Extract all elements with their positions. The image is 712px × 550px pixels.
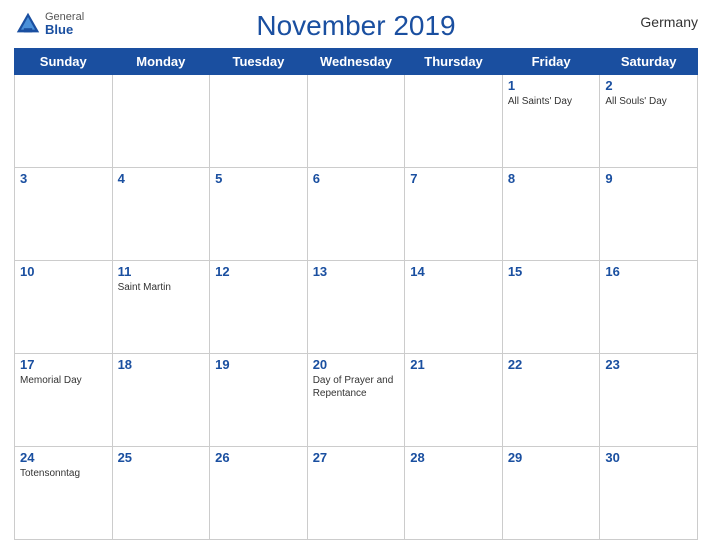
calendar-cell (405, 75, 503, 168)
calendar-cell: 6 (307, 168, 405, 261)
calendar-cell (15, 75, 113, 168)
calendar-cell: 23 (600, 354, 698, 447)
day-number: 14 (410, 264, 497, 279)
calendar-cell: 7 (405, 168, 503, 261)
day-number: 26 (215, 450, 302, 465)
calendar-cell: 19 (210, 354, 308, 447)
calendar-cell: 20 Day of Prayer and Repentance (307, 354, 405, 447)
day-number: 18 (118, 357, 205, 372)
calendar-cell: 9 (600, 168, 698, 261)
day-number: 30 (605, 450, 692, 465)
calendar-cell: 16 (600, 261, 698, 354)
calendar-cell: 29 (502, 447, 600, 540)
weekday-header: Thursday (405, 49, 503, 75)
calendar-table: SundayMondayTuesdayWednesdayThursdayFrid… (14, 48, 698, 540)
day-number: 6 (313, 171, 400, 186)
day-number: 16 (605, 264, 692, 279)
calendar-cell: 18 (112, 354, 210, 447)
day-number: 4 (118, 171, 205, 186)
calendar-cell: 17 Memorial Day (15, 354, 113, 447)
calendar-cell: 27 (307, 447, 405, 540)
weekday-header: Wednesday (307, 49, 405, 75)
day-number: 1 (508, 78, 595, 93)
day-number: 7 (410, 171, 497, 186)
day-number: 11 (118, 264, 205, 279)
day-number: 19 (215, 357, 302, 372)
calendar-body: 1All Saints' Day2All Souls' Day345678910… (15, 75, 698, 540)
logo-icon (14, 10, 42, 38)
calendar-cell: 30 (600, 447, 698, 540)
day-event: Totensonntag (20, 467, 107, 480)
calendar-cell: 22 (502, 354, 600, 447)
weekday-header: Monday (112, 49, 210, 75)
calendar-cell (307, 75, 405, 168)
calendar-cell (112, 75, 210, 168)
logo: General Blue (14, 10, 84, 38)
day-number: 9 (605, 171, 692, 186)
day-number: 5 (215, 171, 302, 186)
weekday-header: Friday (502, 49, 600, 75)
logo-text: General Blue (45, 12, 84, 36)
calendar-cell: 11 Saint Martin (112, 261, 210, 354)
calendar-cell: 1 All Saints' Day (502, 75, 600, 168)
calendar-week-row: 24 Totensonntag 25 26 27 28 29 30 (15, 447, 698, 540)
calendar-cell: 21 (405, 354, 503, 447)
day-number: 20 (313, 357, 400, 372)
day-number: 13 (313, 264, 400, 279)
day-number: 28 (410, 450, 497, 465)
calendar-cell: 2 All Souls' Day (600, 75, 698, 168)
weekday-header: Sunday (15, 49, 113, 75)
calendar-cell: 25 (112, 447, 210, 540)
calendar-country: Germany (640, 14, 698, 30)
weekday-header: Saturday (600, 49, 698, 75)
calendar-cell: 10 (15, 261, 113, 354)
calendar-cell: 14 (405, 261, 503, 354)
calendar-cell: 26 (210, 447, 308, 540)
calendar-week-row: 17 Memorial Day 18 19 20 Day of Prayer and Re… (15, 354, 698, 447)
day-number: 8 (508, 171, 595, 186)
day-event: All Saints' Day (508, 95, 595, 108)
day-number: 21 (410, 357, 497, 372)
calendar-cell (210, 75, 308, 168)
day-number: 2 (605, 78, 692, 93)
day-number: 12 (215, 264, 302, 279)
day-number: 29 (508, 450, 595, 465)
calendar-cell: 15 (502, 261, 600, 354)
day-number: 15 (508, 264, 595, 279)
day-event: All Souls' Day (605, 95, 692, 108)
calendar-cell: 13 (307, 261, 405, 354)
day-event: Saint Martin (118, 281, 205, 294)
day-number: 10 (20, 264, 107, 279)
calendar-week-row: 1 All Saints' Day 2 All Souls' Day (15, 75, 698, 168)
calendar-header: General Blue November 2019 Germany (14, 10, 698, 42)
day-number: 25 (118, 450, 205, 465)
day-event: Day of Prayer and Repentance (313, 374, 400, 400)
calendar-week-row: 3456789 (15, 168, 698, 261)
weekday-header: Tuesday (210, 49, 308, 75)
calendar-cell: 3 (15, 168, 113, 261)
day-event: Memorial Day (20, 374, 107, 387)
day-number: 17 (20, 357, 107, 372)
calendar-header-row: SundayMondayTuesdayWednesdayThursdayFrid… (15, 49, 698, 75)
day-number: 27 (313, 450, 400, 465)
day-number: 22 (508, 357, 595, 372)
logo-blue: Blue (45, 23, 84, 36)
calendar-cell: 12 (210, 261, 308, 354)
calendar-title: November 2019 (256, 10, 455, 42)
calendar-wrapper: General Blue November 2019 Germany Sunda… (0, 0, 712, 550)
day-number: 24 (20, 450, 107, 465)
calendar-cell: 4 (112, 168, 210, 261)
calendar-cell: 8 (502, 168, 600, 261)
calendar-cell: 5 (210, 168, 308, 261)
calendar-cell: 28 (405, 447, 503, 540)
calendar-week-row: 10 11 Saint Martin 12 13 14 15 16 (15, 261, 698, 354)
weekday-row: SundayMondayTuesdayWednesdayThursdayFrid… (15, 49, 698, 75)
calendar-cell: 24 Totensonntag (15, 447, 113, 540)
day-number: 23 (605, 357, 692, 372)
day-number: 3 (20, 171, 107, 186)
